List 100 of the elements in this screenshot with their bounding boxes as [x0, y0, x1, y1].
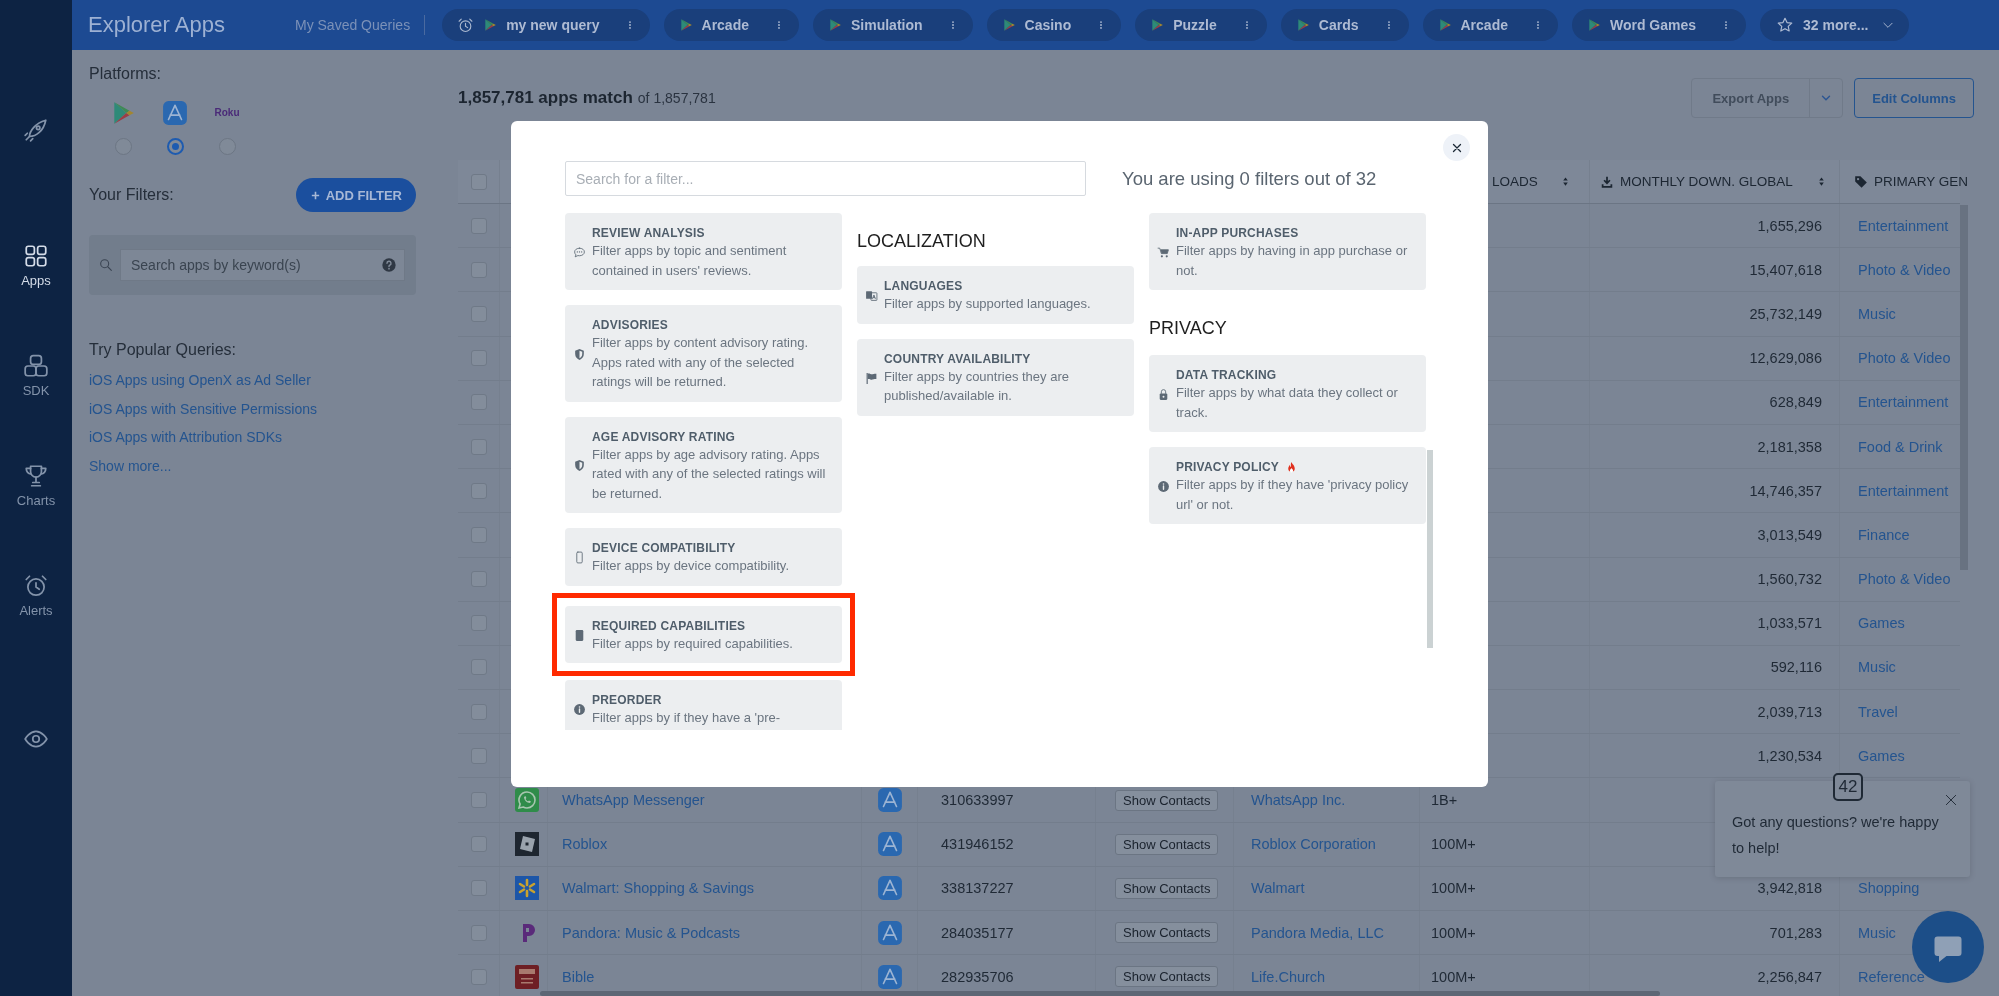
genre-link[interactable]: Shopping [1858, 880, 1920, 897]
publisher-link[interactable]: Pandora Media, LLC [1251, 924, 1384, 941]
monthly-downloads-value: 1,230,534 [1757, 747, 1822, 764]
filter-description: Filter apps by content advisory rating. Apps rated with any of the selected ratings will be returned. [592, 334, 810, 391]
genre-link[interactable]: Photo & Video [1858, 571, 1951, 588]
sort-icon[interactable] [1560, 175, 1571, 188]
genre-link[interactable]: Entertainment [1858, 482, 1949, 499]
filter-card[interactable]: AGE ADVISORY RATING Filter apps by age advisory rating. Apps rated with any of the selected ratings will be returned. [565, 416, 842, 513]
app-name-link[interactable]: Roblox [562, 836, 608, 853]
publisher-link[interactable]: Life.Church [1251, 968, 1326, 985]
filter-description: Filter apps by if they have 'privacy policy url' or not. [1176, 476, 1410, 514]
alarm-clock-icon[interactable] [23, 573, 49, 599]
saved-query-chip[interactable]: Casino [986, 9, 1122, 41]
scrollbar[interactable] [1427, 450, 1433, 648]
filter-description: Filter apps by if they have a 'pre- [592, 709, 782, 727]
platform-radio[interactable] [166, 138, 184, 155]
nav-label[interactable]: Charts [16, 493, 56, 509]
show-contacts-button[interactable]: Show Contacts [1115, 789, 1219, 811]
genre-link[interactable]: Food & Drink [1858, 438, 1943, 455]
match-total: of 1,857,781 [637, 90, 716, 106]
publisher-link[interactable]: Walmart [1251, 880, 1305, 897]
publisher-link[interactable]: Roblox Corporation [1251, 836, 1376, 853]
app-name-link[interactable]: Bible [562, 968, 595, 985]
filter-card[interactable]: IN-APP PURCHASES Filter apps by having in app purchase or not. [1149, 213, 1426, 290]
saved-query-chip[interactable]: Arcade [663, 9, 799, 41]
show-contacts-button[interactable]: Show Contacts [1115, 833, 1219, 855]
column-header[interactable]: MONTHLY DOWN. GLOBAL [1620, 174, 1793, 189]
close-button[interactable] [1443, 134, 1470, 161]
genre-link[interactable]: Travel [1858, 703, 1898, 720]
chip-label: Word Games [1609, 17, 1697, 33]
saved-query-chip[interactable]: Cards [1280, 9, 1409, 41]
genre-link[interactable]: Music [1858, 659, 1896, 676]
close-icon [1450, 141, 1463, 154]
saved-query-chip[interactable]: Simulation [813, 9, 973, 41]
filter-card[interactable]: PREORDER Filter apps by if they have a 'pre- [565, 680, 842, 730]
section-heading: LOCALIZATION [857, 231, 987, 252]
edit-columns-button[interactable]: Edit Columns [1854, 78, 1974, 118]
sort-icon[interactable] [1816, 175, 1827, 188]
shield-icon [573, 347, 586, 361]
more-queries-button[interactable]: 32 more... [1760, 9, 1910, 41]
play-triangle-icon [1586, 18, 1601, 32]
help-icon[interactable] [381, 257, 397, 273]
downloads-value: 100M+ [1431, 968, 1476, 985]
genre-link[interactable]: Games [1858, 615, 1905, 632]
show-contacts-button[interactable]: Show Contacts [1115, 966, 1219, 988]
close-icon[interactable] [1944, 793, 1958, 807]
saved-query-chip[interactable]: my new query [442, 9, 650, 41]
genre-link[interactable]: Games [1858, 747, 1905, 764]
filter-card[interactable]: DEVICE COMPATIBILITY Filter apps by device compatibility. [565, 528, 842, 586]
rocket-icon[interactable] [23, 117, 49, 143]
app-id: 284035177 [941, 924, 1014, 941]
cubes-icon[interactable] [23, 353, 49, 379]
platform-logo[interactable]: Roku [214, 100, 240, 126]
saved-query-chip[interactable]: Arcade [1422, 9, 1558, 41]
book-icon [515, 964, 539, 989]
column-header[interactable]: PRIMARY GEN [1874, 174, 1969, 189]
filter-card[interactable]: COUNTRY AVAILABILITY Filter apps by countries they are published/available in. [857, 338, 1134, 416]
filter-title: AGE ADVISORY RATING [592, 428, 736, 445]
publisher-link[interactable]: WhatsApp Inc. [1251, 792, 1346, 809]
app-tile-icon[interactable] [162, 100, 188, 126]
filter-search-field[interactable]: Search for a filter... [565, 161, 1086, 196]
genre-link[interactable]: Photo & Video [1858, 350, 1951, 367]
play-triangle-icon [483, 18, 498, 32]
filter-card[interactable]: REVIEW ANALYSIS Filter apps by topic and sentiment contained in users' reviews. [565, 213, 842, 290]
nav-label[interactable]: Apps [21, 273, 51, 289]
genre-link[interactable]: Finance [1858, 526, 1910, 543]
add-filter-button[interactable]: ADD FILTER [295, 178, 416, 212]
genre-link[interactable]: Photo & Video [1858, 261, 1951, 278]
genre-link[interactable]: Music [1858, 305, 1896, 322]
filter-card[interactable]: PRIVACY POLICY Filter apps by if they have 'privacy policy url' or not. [1149, 447, 1426, 524]
trophy-icon[interactable] [23, 463, 49, 489]
filter-card[interactable]: REQUIRED CAPABILITIES Filter apps by required capabilities. [565, 605, 842, 663]
genre-link[interactable]: Reference [1858, 968, 1925, 985]
show-contacts-button[interactable]: Show Contacts [1115, 922, 1219, 944]
show-more-link[interactable]: Show more... [89, 451, 172, 480]
genre-link[interactable]: Entertainment [1858, 394, 1949, 411]
app-tile-icon [876, 963, 903, 990]
chip-label: Casino [1024, 17, 1072, 33]
filter-card[interactable]: DATA TRACKING Filter apps by what data they collect or track. [1149, 355, 1426, 432]
popular-query-link[interactable]: iOS Apps with Sensitive Permissions [89, 394, 317, 423]
show-contacts-button[interactable]: Show Contacts [1115, 877, 1219, 899]
app-name-link[interactable]: Walmart: Shopping & Savings [562, 880, 755, 897]
filter-card[interactable]: LANGUAGES Filter apps by supported languages. [857, 266, 1134, 324]
chat-message: Got any questions? we're happy to help! [1732, 813, 1940, 858]
scrollbar[interactable] [540, 991, 1660, 996]
app-name-link[interactable]: Pandora: Music & Podcasts [562, 924, 741, 941]
grid-icon[interactable] [23, 243, 49, 269]
nav-label[interactable]: Alerts [19, 603, 53, 619]
app-name-link[interactable]: WhatsApp Messenger [562, 792, 705, 809]
nav-label[interactable]: SDK [22, 383, 50, 399]
saved-query-chip[interactable]: Word Games [1571, 9, 1747, 41]
genre-link[interactable]: Entertainment [1858, 217, 1949, 234]
filter-card[interactable]: ADVISORIES Filter apps by content advisory rating. Apps rated with any of the selected ratings will be returned. [565, 305, 842, 402]
keyword-search-field[interactable]: Search apps by keyword(s) [120, 249, 405, 281]
section-heading: PRIVACY [1149, 318, 1228, 339]
genre-link[interactable]: Music [1858, 924, 1896, 941]
popular-query-link[interactable]: iOS Apps using OpenX as Ad Seller [89, 366, 311, 395]
column-header[interactable]: LOADS [1492, 174, 1538, 189]
saved-query-chip[interactable]: Puzzle [1135, 9, 1267, 41]
popular-query-link[interactable]: iOS Apps with Attribution SDKs [89, 423, 282, 452]
